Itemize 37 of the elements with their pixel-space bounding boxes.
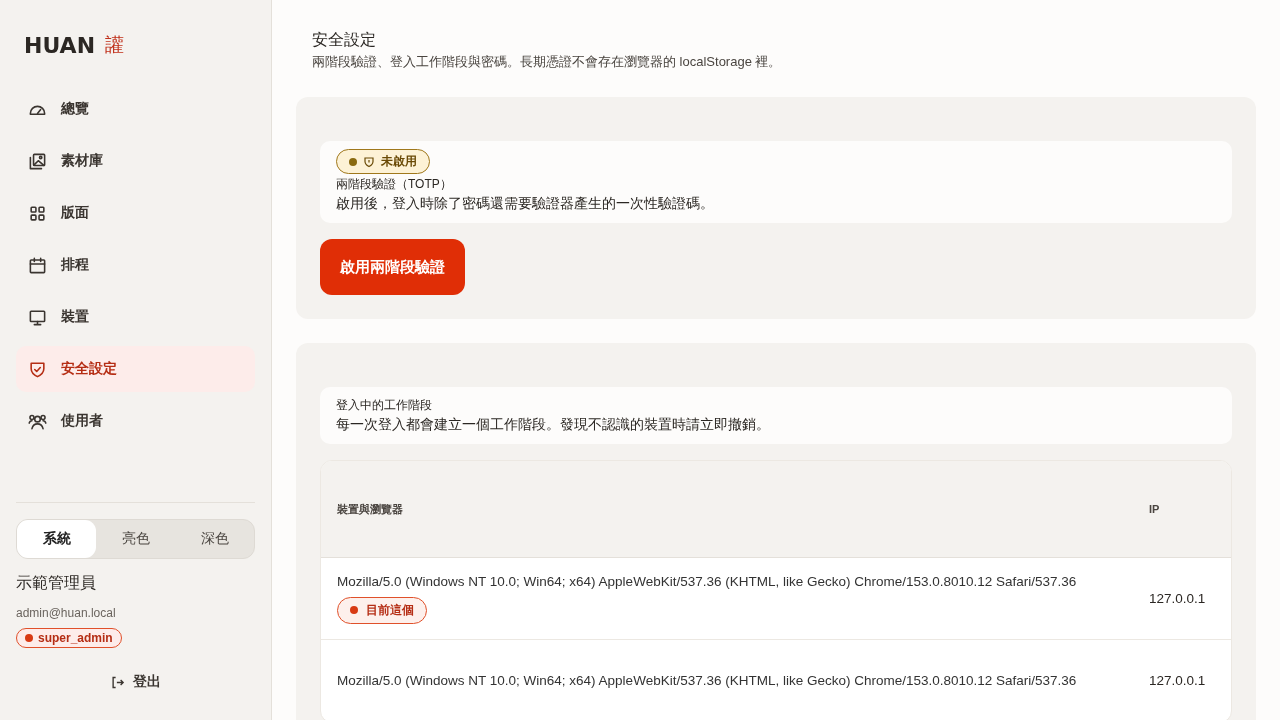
nav-item[interactable]: 總覽: [16, 86, 255, 132]
monitor-icon: [28, 307, 47, 327]
nav-item[interactable]: 裝置: [16, 294, 255, 340]
nav-item[interactable]: 排程: [16, 242, 255, 288]
column-header: 裝置與瀏覽器: [336, 501, 404, 517]
section-description: 每一次登入都會建立一個工作階段。發現不認識的裝置時請立即撤銷。: [336, 416, 771, 434]
ip-cell: 127.0.0.1: [1149, 673, 1206, 688]
shield-icon: [28, 359, 47, 379]
nav-item[interactable]: 素材庫: [16, 138, 255, 184]
theme-tab[interactable]: 亮色: [96, 520, 175, 558]
theme-tab[interactable]: 系統: [17, 520, 96, 558]
image-icon: [28, 151, 47, 171]
brand-mark: 讙: [105, 33, 125, 57]
current-badge: 目前這個: [337, 596, 427, 624]
brand-name: HUAN: [24, 32, 96, 58]
user-email: admin@huan.local: [16, 606, 117, 620]
grid-icon: [28, 203, 47, 223]
page-subtitle: 兩階段驗證、登入工作階段與密碼。長期憑證不會存在瀏覽器的 localStorage 裡。: [311, 53, 783, 71]
status-badge: 未啟用: [336, 149, 430, 174]
logout-icon: [110, 674, 125, 690]
user-name: 示範管理員: [16, 573, 97, 593]
theme-tab[interactable]: 深色: [175, 520, 254, 558]
logout-button[interactable]: 登出: [104, 672, 167, 692]
user-agent-cell-text: Mozilla/5.0 (Windows NT 10.0; Win64; x64) AppleWebKit/537.36 (KHTML, like Gecko) Chrome/153.0.8010.12 Safari/537.36: [337, 673, 1078, 688]
ip-cell: 127.0.0.1: [1149, 591, 1206, 606]
nav-item[interactable]: 安全設定: [16, 346, 255, 392]
section-title: 登入中的工作階段: [336, 397, 433, 414]
section-description: 啟用後，登入時除了密碼還需要驗證器產生的一次性驗證碼。: [336, 195, 715, 213]
calendar-icon: [28, 255, 47, 275]
nav-item[interactable]: 使用者: [16, 398, 255, 444]
user-agent-cell-text: Mozilla/5.0 (Windows NT 10.0; Win64; x64) AppleWebKit/537.36 (KHTML, like Gecko) Chrome/153.0.8010.12 Safari/537.36: [337, 573, 1078, 589]
column-header: IP: [1149, 503, 1161, 515]
nav-item[interactable]: 版面: [16, 190, 255, 236]
role-badge: super_admin: [16, 628, 122, 648]
section-title: 兩階段驗證（TOTP）: [336, 176, 453, 193]
enable-2fa-button[interactable]: 啟用兩階段驗證: [320, 239, 465, 295]
page-title: 安全設定: [311, 30, 377, 50]
